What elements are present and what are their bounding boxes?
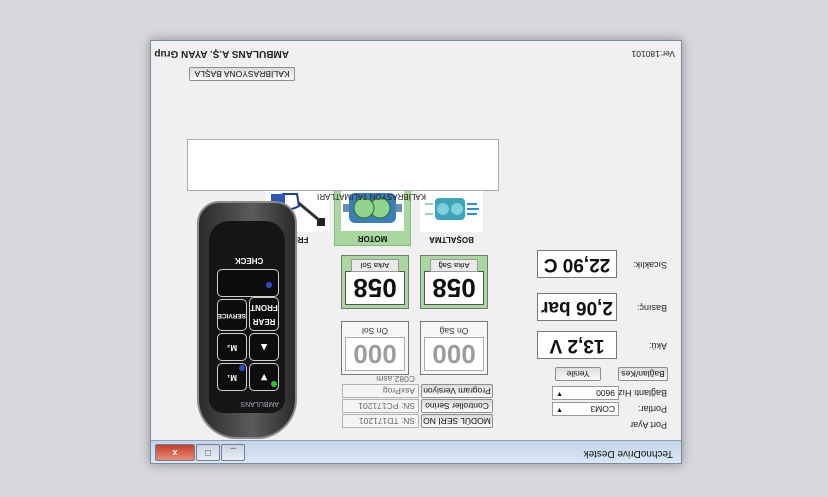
gauge-rear-right-value: 058 — [424, 271, 484, 305]
gauge-front-right-label: Ön Sağ — [439, 326, 469, 336]
gauge-front-left-value: 000 — [345, 337, 405, 371]
blue-led-icon — [239, 365, 245, 371]
mode-discharge-label: BOŞALTMA — [429, 235, 474, 244]
version-label: Ver:180101 — [631, 49, 675, 59]
gauge-front-left-label: Ön Sol — [362, 326, 388, 336]
port-group-label: Port Ayar — [630, 420, 667, 430]
remote-m2-button[interactable]: M₂ — [217, 333, 247, 361]
battery-value: 13,2 V — [537, 331, 617, 359]
gauge-rear-left-label: Arka Sol — [351, 259, 399, 272]
window-controls: _ □ x — [155, 444, 246, 461]
title-bar: TechnoDrive Destek _ □ x — [151, 440, 681, 463]
gauge-rear-left: 058 Arka Sol — [341, 255, 409, 309]
program-version-button[interactable]: Program Versiyon — [421, 384, 493, 398]
gauge-front-right-value: 000 — [424, 337, 484, 371]
port-select-value: COM3 — [590, 404, 615, 414]
remote-keypad: AMBULANS ▼ M₁ ▲ M₂ REAR FRONT SERVICE CH… — [209, 221, 285, 413]
controller-serial-button[interactable]: Controller Serino — [421, 399, 493, 413]
gauge-rear-right-label: Arka Sağ — [430, 259, 478, 272]
remote-check-button[interactable] — [217, 269, 279, 297]
refresh-button[interactable]: Yenile — [555, 367, 601, 381]
baud-label: Bağlantı Hızı: — [612, 388, 667, 398]
remote-rear-front-button[interactable]: REAR FRONT — [249, 297, 279, 331]
remote-check-label: CHECK — [234, 256, 264, 265]
green-led-icon — [271, 381, 277, 387]
remote-service-button[interactable]: SERVICE — [217, 299, 247, 331]
arrow-up-icon: ▲ — [258, 341, 270, 353]
calibration-instructions-label: KALİBRASYON TALİMATLARI — [317, 192, 426, 201]
close-button[interactable]: x — [155, 444, 195, 461]
remote-brand: AMBULANS — [240, 400, 279, 407]
discharge-pump-icon — [420, 186, 483, 232]
remote-control: AMBULANS ▼ M₁ ▲ M₂ REAR FRONT SERVICE CH… — [197, 201, 297, 439]
blue-led-icon — [266, 282, 272, 288]
window-title: TechnoDrive Destek — [583, 448, 673, 459]
start-calibration-button[interactable]: KALİBRASYONA BAŞLA — [189, 67, 295, 81]
module-serial-button[interactable]: MODÜL SERİ NO — [421, 414, 493, 428]
gauge-rear-right: 058 Arka Sağ — [420, 255, 488, 309]
app-window: TechnoDrive Destek _ □ x Port Ayar Portl… — [150, 40, 682, 464]
controller-serial-field: SN: PC171201 — [342, 399, 419, 413]
temperature-value: 22,90 C — [537, 250, 617, 278]
gauge-rear-left-value: 058 — [345, 271, 405, 305]
maximize-button[interactable]: □ — [196, 444, 220, 461]
company-title: AMBULANS A.Ş. AYAN Grup — [154, 48, 289, 59]
module-serial-field: SN: TD171201 — [342, 414, 419, 428]
chevron-down-icon: ▼ — [556, 406, 563, 413]
gauge-front-right: 000 Ön Sağ — [420, 321, 488, 375]
program-version-field: AsxProg C082.asm — [342, 374, 419, 398]
port-label: Portlar: — [637, 404, 667, 414]
baud-select[interactable]: 9600 ▼ — [552, 386, 619, 400]
remote-up-button[interactable]: ▲ — [249, 333, 279, 361]
minimize-button[interactable]: _ — [221, 444, 245, 461]
calibration-instructions-box — [187, 139, 499, 191]
arrow-down-icon: ▼ — [258, 371, 270, 383]
temperature-label: Sıcaklık: — [632, 260, 667, 270]
gauge-front-left: 000 Ön Sol — [341, 321, 409, 375]
chevron-down-icon: ▼ — [556, 390, 563, 397]
pressure-value: 2,06 bar — [537, 293, 617, 321]
baud-select-value: 9600 — [596, 388, 615, 398]
port-select[interactable]: COM3 ▼ — [552, 402, 619, 416]
mode-motor-label: MOTOR — [357, 234, 388, 243]
pressure-label: Basınç: — [636, 303, 667, 313]
disconnect-button[interactable]: Bağlan/Kes — [618, 367, 668, 381]
battery-label: Akü: — [648, 341, 667, 351]
